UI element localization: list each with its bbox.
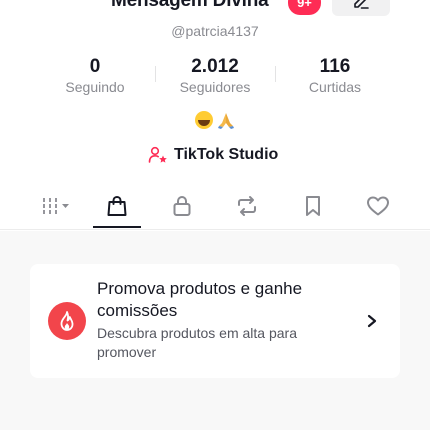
pencil-icon	[354, 0, 369, 9]
tab-videos-grid[interactable]	[32, 186, 80, 226]
promo-title: Promova produtos e ganhe comissões	[97, 279, 303, 320]
stat-value: 116	[319, 56, 351, 77]
stat-label: Seguindo	[65, 79, 125, 95]
stat-likes[interactable]: 116 Curtidas	[275, 56, 395, 98]
stat-value: 2.012	[191, 56, 239, 77]
flame-icon	[60, 311, 74, 331]
shopping-bag-icon	[107, 195, 127, 216]
stat-label: Curtidas	[308, 79, 362, 95]
promo-icon-badge	[48, 302, 86, 340]
bio	[0, 108, 430, 130]
promo-card[interactable]: Promova produtos e ganhe comissões Descu…	[30, 264, 400, 378]
folded-hands-icon	[218, 112, 235, 129]
lock-icon	[173, 195, 191, 216]
tab-shop[interactable]	[93, 186, 141, 226]
profile-stats: 0 Seguindo 2.012 Seguidores 116 Curtidas	[35, 56, 395, 98]
active-tab-indicator	[93, 226, 141, 228]
grid-bars-icon	[43, 198, 69, 214]
tab-favorites[interactable]	[289, 186, 337, 226]
grinning-face-icon	[194, 110, 213, 129]
tab-liked[interactable]	[354, 186, 402, 226]
studio-label: TikTok Studio	[174, 146, 279, 163]
tab-reposts[interactable]	[223, 186, 271, 226]
heart-icon	[367, 196, 389, 216]
notification-badge[interactable]: 9+	[288, 0, 321, 15]
tiktok-studio-link[interactable]: TikTok Studio	[148, 144, 278, 166]
bookmark-icon	[306, 196, 320, 216]
promo-subtitle: Descubra produtos em alta para promover	[97, 325, 297, 360]
profile-tabs	[0, 186, 430, 230]
tab-private[interactable]	[158, 186, 206, 226]
person-star-icon	[148, 146, 167, 163]
stat-value: 0	[89, 56, 101, 77]
stat-followers[interactable]: 2.012 Seguidores	[155, 56, 275, 98]
username-handle: @patrcia4137	[171, 23, 259, 39]
chevron-right-icon	[367, 314, 377, 328]
profile-header: Mensagem Divina 9+	[0, 0, 430, 24]
stat-following[interactable]: 0 Seguindo	[35, 56, 155, 98]
stat-label: Seguidores	[179, 79, 251, 95]
edit-profile-button[interactable]	[332, 0, 390, 16]
repost-icon	[238, 196, 256, 216]
display-name: Mensagem Divina	[111, 0, 269, 11]
